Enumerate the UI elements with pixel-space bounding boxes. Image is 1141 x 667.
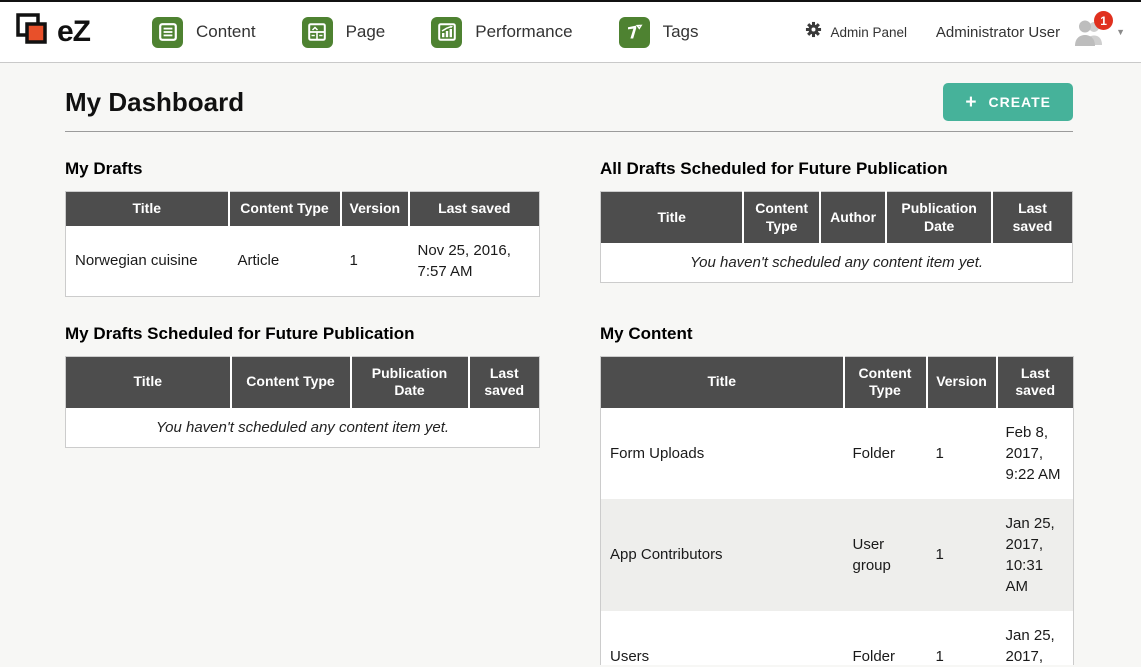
column-header-content-type: Content Type [229,192,341,226]
nav-label-tags: Tags [663,22,699,42]
nav-label-content: Content [196,22,256,42]
nav-item-content[interactable]: Content [152,17,256,48]
table-header-row: Title Content Type Publication Date Last… [66,356,540,408]
performance-icon [431,17,462,48]
nav-label-performance: Performance [475,22,572,42]
cell-last-saved: Nov 25, 2016, 7:57 AM [409,226,540,297]
notification-badge[interactable]: 1 [1094,11,1113,30]
cell-content-type: Folder [844,408,927,499]
cell-version: 1 [341,226,409,297]
empty-row: You haven't scheduled any content item y… [66,408,540,448]
cell-last-saved: Feb 8, 2017, 9:22 AM [997,408,1074,499]
ez-logo-text: eZ [57,15,90,49]
my-drafts-section: My Drafts Title Content Type Version Las… [65,132,539,297]
column-header-publication-date: Publication Date [886,192,992,244]
column-header-content-type: Content Type [743,192,819,244]
table-row[interactable]: App Contributors User group 1 Jan 25, 20… [601,499,1074,611]
my-drafts-scheduled-table: Title Content Type Publication Date Last… [65,356,540,448]
column-header-last-saved: Last saved [992,192,1073,244]
cell-content-type: User group [844,499,927,611]
chevron-down-icon: ▼ [1116,27,1125,37]
all-drafts-scheduled-heading: All Drafts Scheduled for Future Publicat… [600,159,1073,179]
cell-content-type: Article [229,226,341,297]
my-content-table: Title Content Type Version Last saved Fo… [600,356,1074,666]
table-header-row: Title Content Type Author Publication Da… [601,192,1073,244]
empty-message: You haven't scheduled any content item y… [66,408,540,448]
user-avatar-icon: 1 [1072,18,1104,46]
ez-logo-icon [14,12,51,53]
cell-version: 1 [927,408,997,499]
nav-item-page[interactable]: Page [302,17,386,48]
column-header-content-type: Content Type [231,356,351,408]
tags-icon [619,17,650,48]
table-row[interactable]: Norwegian cuisine Article 1 Nov 25, 2016… [66,226,540,297]
table-header-row: Title Content Type Version Last saved [601,356,1074,408]
cell-title: Form Uploads [601,408,844,499]
cell-last-saved: Jan 25, 2017, 7:58 AM [997,611,1074,666]
page-title: My Dashboard [65,87,244,118]
column-header-last-saved: Last saved [409,192,540,226]
my-drafts-heading: My Drafts [65,159,539,179]
cell-content-type: Folder [844,611,927,666]
column-header-publication-date: Publication Date [351,356,469,408]
column-header-title: Title [601,356,844,408]
table-row[interactable]: Form Uploads Folder 1 Feb 8, 2017, 9:22 … [601,408,1074,499]
main-nav: Content Page [152,17,745,48]
nav-label-page: Page [346,22,386,42]
column-header-last-saved: Last saved [469,356,540,408]
user-menu[interactable]: Administrator User 1 ▼ [936,18,1125,46]
column-header-title: Title [66,356,231,408]
dashboard-grid: My Drafts Title Content Type Version Las… [65,132,1073,665]
nav-item-performance[interactable]: Performance [431,17,572,48]
nav-item-tags[interactable]: Tags [619,17,699,48]
column-header-version: Version [927,356,997,408]
my-content-section: My Content Title Content Type Version La… [600,297,1073,666]
user-name: Administrator User [936,24,1060,41]
cell-title: Users [601,611,844,666]
admin-panel-label: Admin Panel [831,25,908,40]
content-icon [152,17,183,48]
column-header-author: Author [820,192,886,244]
cell-title: Norwegian cuisine [66,226,229,297]
my-drafts-scheduled-heading: My Drafts Scheduled for Future Publicati… [65,324,539,344]
admin-panel-button[interactable]: Admin Panel [805,21,908,43]
table-row[interactable]: Users Folder 1 Jan 25, 2017, 7:58 AM [601,611,1074,666]
column-header-content-type: Content Type [844,356,927,408]
cell-version: 1 [927,499,997,611]
empty-row: You haven't scheduled any content item y… [601,243,1073,283]
all-drafts-scheduled-section: All Drafts Scheduled for Future Publicat… [600,132,1073,283]
ez-logo[interactable]: eZ [14,12,90,53]
page-header: My Dashboard + CREATE [65,83,1073,132]
dashboard-main: My Dashboard + CREATE My Drafts Title Co… [0,63,1141,665]
my-drafts-table: Title Content Type Version Last saved No… [65,191,540,297]
my-content-heading: My Content [600,324,1073,344]
column-header-title: Title [601,192,744,244]
all-drafts-scheduled-table: Title Content Type Author Publication Da… [600,191,1073,283]
empty-message: You haven't scheduled any content item y… [601,243,1073,283]
create-button[interactable]: + CREATE [943,83,1073,121]
table-header-row: Title Content Type Version Last saved [66,192,540,226]
create-button-label: CREATE [988,94,1051,110]
column-header-last-saved: Last saved [997,356,1074,408]
top-navigation-bar: eZ Content [0,0,1141,63]
gear-icon [805,21,822,43]
cell-version: 1 [927,611,997,666]
column-header-version: Version [341,192,409,226]
page-icon [302,17,333,48]
cell-last-saved: Jan 25, 2017, 10:31 AM [997,499,1074,611]
my-drafts-scheduled-section: My Drafts Scheduled for Future Publicati… [65,297,539,448]
cell-title: App Contributors [601,499,844,611]
plus-icon: + [965,93,977,112]
column-header-title: Title [66,192,229,226]
